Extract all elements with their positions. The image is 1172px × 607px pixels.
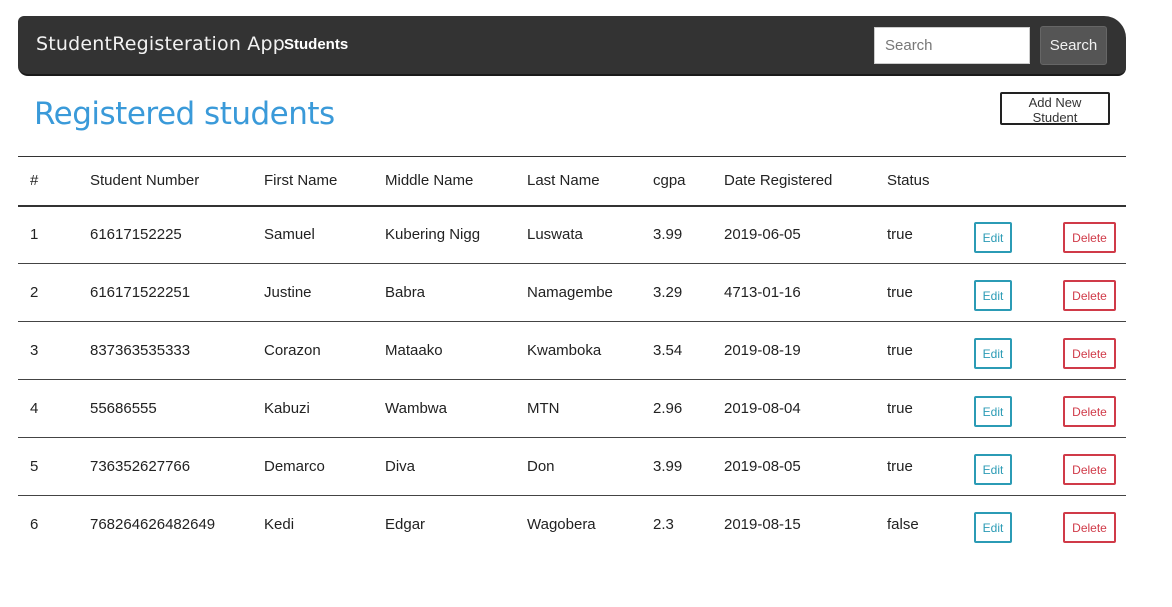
cell-status: true bbox=[887, 400, 913, 417]
cell-middle-name: Wambwa bbox=[385, 400, 447, 417]
cell-delete: Delete bbox=[1062, 438, 1126, 496]
cell-middle-name: Kubering Nigg bbox=[385, 226, 481, 244]
delete-button[interactable]: Delete bbox=[1063, 338, 1116, 369]
search-input[interactable] bbox=[874, 27, 1030, 64]
cell-edit: Edit bbox=[973, 496, 1062, 554]
edit-button[interactable]: Edit bbox=[974, 454, 1012, 485]
edit-button[interactable]: Edit bbox=[974, 280, 1012, 311]
cell-cgpa: 3.54 bbox=[653, 342, 683, 359]
cell-edit: Edit bbox=[973, 322, 1062, 380]
cell-cgpa: 3.29 bbox=[653, 284, 683, 301]
cell-status: true bbox=[887, 284, 913, 301]
cell-student-number: 61617152225 bbox=[90, 226, 182, 244]
cell-date-registered: 2019-08-19 bbox=[724, 342, 801, 359]
delete-button[interactable]: Delete bbox=[1063, 512, 1116, 544]
cell-first-name: Samuel bbox=[264, 226, 315, 244]
cell-cgpa: 3.99 bbox=[653, 458, 683, 475]
add-new-student-button[interactable]: Add New Student bbox=[1000, 92, 1110, 125]
column-header-last-name: Last Name bbox=[527, 172, 600, 190]
cell-date-registered: 2019-06-05 bbox=[724, 226, 801, 244]
cell-middle-name: Edgar bbox=[385, 516, 426, 534]
table-row: 3 837363535333 Corazon Mataako Kwamboka 3.54 2… bbox=[18, 322, 1126, 380]
cell-date-registered: 2019-08-15 bbox=[724, 516, 801, 534]
cell-last-name: MTN bbox=[527, 400, 560, 417]
edit-button[interactable]: Edit bbox=[974, 338, 1012, 369]
edit-button[interactable]: Edit bbox=[974, 396, 1012, 427]
cell-date-registered: 4713-01-16 bbox=[724, 284, 801, 301]
cell-last-name: Don bbox=[527, 458, 555, 475]
table-row: 6 768264626482649 Kedi Edgar Wagobera 2.3 2019… bbox=[18, 496, 1126, 554]
column-header-cgpa: cgpa bbox=[653, 172, 686, 190]
cell-delete: Delete bbox=[1062, 206, 1126, 264]
nav-link-students[interactable]: Students bbox=[284, 36, 348, 53]
cell-student-number: 837363535333 bbox=[90, 342, 191, 359]
column-header-status: Status bbox=[887, 172, 930, 190]
table-header-row: # Student Number First Name Middle Name … bbox=[18, 156, 1126, 206]
cell-number: 5 bbox=[30, 458, 39, 475]
column-header-edit bbox=[973, 157, 1062, 206]
cell-middle-name: Babra bbox=[385, 284, 426, 301]
column-header-first-name: First Name bbox=[264, 172, 338, 190]
delete-button[interactable]: Delete bbox=[1063, 280, 1116, 311]
edit-button[interactable]: Edit bbox=[974, 512, 1012, 544]
cell-first-name: Justine bbox=[264, 284, 312, 301]
cell-last-name: Kwamboka bbox=[527, 342, 602, 359]
delete-button[interactable]: Delete bbox=[1063, 396, 1116, 427]
cell-delete: Delete bbox=[1062, 322, 1126, 380]
cell-number: 1 bbox=[30, 226, 39, 244]
cell-first-name: Corazon bbox=[264, 342, 321, 359]
delete-button[interactable]: Delete bbox=[1063, 222, 1116, 254]
cell-edit: Edit bbox=[973, 438, 1062, 496]
students-table: # Student Number First Name Middle Name … bbox=[18, 156, 1126, 554]
delete-button[interactable]: Delete bbox=[1063, 454, 1116, 485]
cell-first-name: Kedi bbox=[264, 516, 295, 534]
cell-status: true bbox=[887, 226, 913, 244]
cell-delete: Delete bbox=[1062, 264, 1126, 322]
cell-delete: Delete bbox=[1062, 380, 1126, 438]
table-row: 4 55686555 Kabuzi Wambwa MTN 2.96 2019-08-04 tr… bbox=[18, 380, 1126, 438]
cell-middle-name: Mataako bbox=[385, 342, 443, 359]
cell-last-name: Wagobera bbox=[527, 516, 596, 534]
cell-last-name: Namagembe bbox=[527, 284, 613, 301]
column-header-date-registered: Date Registered bbox=[724, 172, 833, 190]
cell-delete: Delete bbox=[1062, 496, 1126, 554]
cell-number: 6 bbox=[30, 516, 39, 534]
cell-edit: Edit bbox=[973, 206, 1062, 264]
cell-student-number: 768264626482649 bbox=[90, 516, 216, 534]
table-row: 5 736352627766 Demarco Diva Don 3.99 2019-08-0… bbox=[18, 438, 1126, 496]
column-header-number: # bbox=[30, 172, 39, 190]
cell-status: false bbox=[887, 516, 919, 534]
cell-number: 3 bbox=[30, 342, 39, 359]
app-brand[interactable]: StudentRegisteration App bbox=[36, 33, 285, 55]
column-header-student-number: Student Number bbox=[90, 172, 200, 190]
cell-cgpa: 3.99 bbox=[653, 226, 683, 244]
column-header-middle-name: Middle Name bbox=[385, 172, 474, 190]
column-header-delete bbox=[1062, 157, 1126, 206]
search-button[interactable]: Search bbox=[1040, 26, 1107, 65]
table-row: 2 616171522251 Justine Babra Namagembe 3.29 47… bbox=[18, 264, 1126, 322]
cell-edit: Edit bbox=[973, 264, 1062, 322]
cell-status: true bbox=[887, 458, 913, 475]
cell-first-name: Kabuzi bbox=[264, 400, 310, 417]
cell-cgpa: 2.3 bbox=[653, 516, 674, 534]
cell-last-name: Luswata bbox=[527, 226, 583, 244]
page-title: Registered students bbox=[34, 96, 335, 132]
cell-status: true bbox=[887, 342, 913, 359]
cell-student-number: 736352627766 bbox=[90, 458, 191, 475]
cell-cgpa: 2.96 bbox=[653, 400, 683, 417]
cell-student-number: 55686555 bbox=[90, 400, 157, 417]
cell-date-registered: 2019-08-04 bbox=[724, 400, 801, 417]
cell-date-registered: 2019-08-05 bbox=[724, 458, 801, 475]
cell-first-name: Demarco bbox=[264, 458, 325, 475]
cell-edit: Edit bbox=[973, 380, 1062, 438]
table-row: 1 61617152225 Samuel Kubering Nigg Luswata 3.… bbox=[18, 206, 1126, 264]
cell-number: 2 bbox=[30, 284, 39, 301]
navbar: StudentRegisteration App Students Search bbox=[18, 16, 1126, 76]
cell-middle-name: Diva bbox=[385, 458, 416, 475]
cell-number: 4 bbox=[30, 400, 39, 417]
edit-button[interactable]: Edit bbox=[974, 222, 1012, 254]
cell-student-number: 616171522251 bbox=[90, 284, 191, 301]
